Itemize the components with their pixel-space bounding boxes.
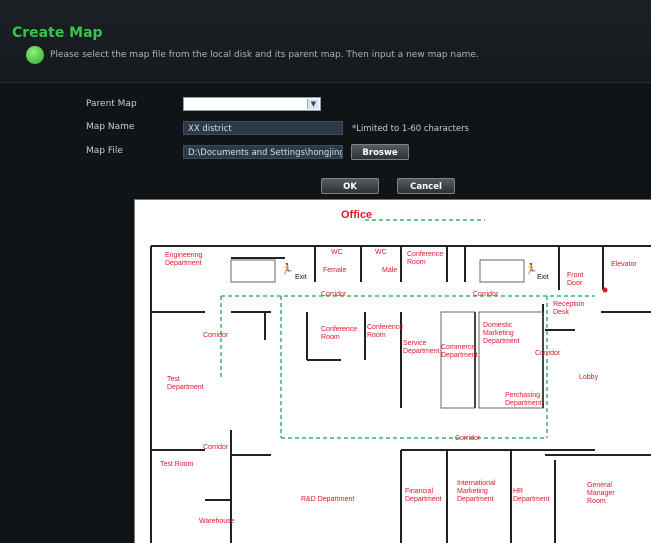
room-rd: R&D Department: [301, 496, 355, 503]
cancel-button[interactable]: Cancel: [397, 178, 455, 194]
room-domestic-marketing: Domestic Marketing Department: [483, 322, 520, 345]
room-conference-a: Conference Room: [321, 326, 358, 341]
room-hr: HR Department: [513, 488, 550, 503]
parent-map-select[interactable]: ▼: [183, 97, 321, 111]
room-front-door: Front Door: [567, 272, 584, 287]
map-file-input[interactable]: D:\Documents and Settings\hongjing\De: [183, 145, 343, 159]
room-conference-top: Conference Room: [407, 251, 444, 266]
room-financial: Financial Department: [405, 488, 442, 503]
room-international-marketing: International Marketing Department: [457, 480, 496, 503]
room-engineering: Engineering Department: [165, 252, 203, 267]
map-name-input[interactable]: XX district: [183, 121, 343, 135]
dialog-header: Create Map Please select the map file fr…: [0, 0, 651, 83]
corridor-top-2: Corridor: [473, 291, 499, 298]
browse-button[interactable]: Broswe: [351, 144, 409, 160]
floor-plan-title: Office: [341, 209, 373, 221]
corridor-left-2: Corridor: [203, 444, 229, 451]
corridor-top-1: Corridor: [321, 291, 347, 298]
dialog-title: Create Map: [12, 25, 103, 41]
exit-label-1: Exit: [295, 274, 307, 281]
map-file-label: Map File: [86, 146, 123, 156]
room-elevator: Elevator: [611, 261, 637, 268]
info-bubble-icon: [26, 46, 44, 64]
room-wc-male-1: WC: [375, 249, 387, 256]
map-name-limit-note: *Limited to 1-60 characters: [352, 124, 470, 134]
room-conference-b: Conference Room: [367, 324, 404, 339]
room-test-room: Test Room: [160, 461, 194, 468]
room-commerce: Commerce Department: [441, 344, 478, 359]
room-service: Service Department: [403, 340, 440, 355]
parent-map-label: Parent Map: [86, 99, 137, 109]
room-purchasing: Perchasing Department: [505, 392, 542, 407]
room-test-department: Test Department: [167, 376, 204, 391]
floor-plan-preview: Office Engineering Department WC Female …: [134, 199, 651, 543]
corridor-bottom: Corridor: [455, 435, 481, 442]
chevron-down-icon[interactable]: ▼: [307, 99, 319, 109]
room-reception: Reception Desk: [553, 301, 585, 316]
exit-sign-icon-2: 🏃: [525, 264, 538, 275]
corridor-left-1: Corridor: [203, 332, 229, 339]
instruction-text: Please select the map file from the loca…: [50, 50, 479, 60]
room-lobby: Lobby: [579, 374, 599, 381]
map-name-label: Map Name: [86, 122, 135, 132]
room-warehouse: Warehouse: [199, 518, 235, 525]
ok-button[interactable]: OK: [321, 178, 379, 194]
room-general-manager: General Manager Room: [587, 482, 615, 505]
exit-sign-icon: 🏃: [281, 264, 294, 275]
exit-label-2: Exit: [537, 274, 549, 281]
room-wc-female-1: WC: [331, 249, 343, 256]
room-wc-male-2: Male: [382, 267, 398, 274]
corridor-right: Corridor: [535, 350, 561, 357]
room-wc-female-2: Female: [323, 267, 347, 274]
